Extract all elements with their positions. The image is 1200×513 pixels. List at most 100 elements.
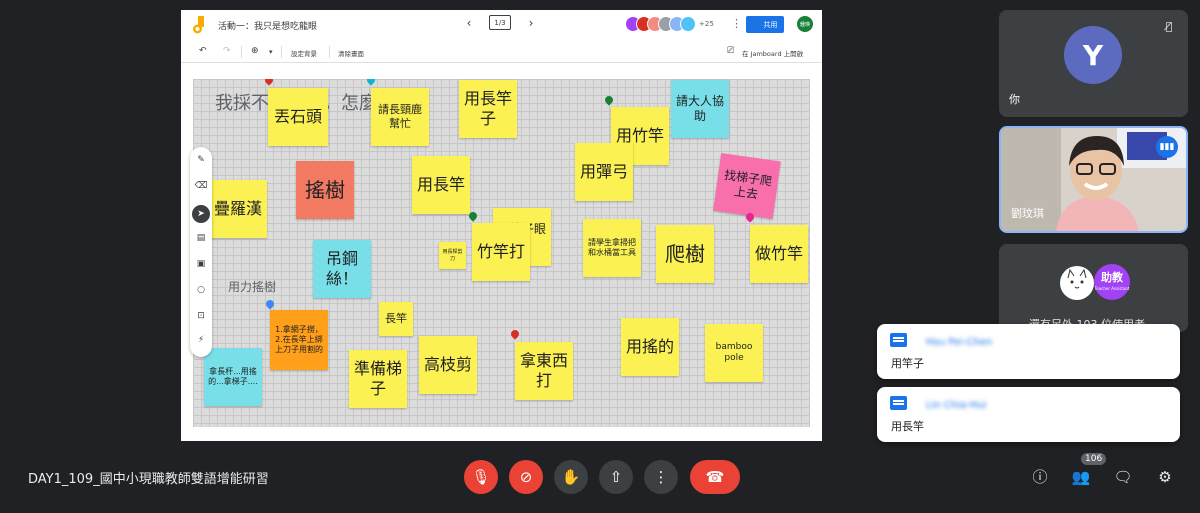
sticky-note[interactable]: 找梯子爬上去 <box>713 153 781 219</box>
sticky-note[interactable]: 用搖的 <box>621 318 679 376</box>
more-vert-icon: ⋮ <box>653 468 669 486</box>
chat-notification[interactable]: Hsu Pei-Chen 用竿子 <box>877 324 1180 379</box>
person-add-icon: 👤 <box>752 20 762 29</box>
activities-icon[interactable]: ⚙ <box>1154 466 1176 488</box>
share-button-label: 共用 <box>763 20 778 29</box>
chat-sender: Lin Chia-Hui <box>926 400 987 411</box>
sticky-note[interactable]: 請大人協助 <box>671 80 729 138</box>
clear-frame-button[interactable]: 清除畫面 <box>338 48 364 58</box>
sticky-note[interactable]: 吊鋼絲！ <box>313 240 371 298</box>
sticky-note[interactable]: 用長桿剪刀 <box>439 242 466 269</box>
eraser-icon[interactable]: ⌫ <box>190 181 212 191</box>
chat-message: 用竿子 <box>891 357 924 370</box>
zoom-icon[interactable]: ⊕ <box>251 46 259 56</box>
whiteboard-canvas[interactable]: 我採不到龍眼，怎麼辦？ 用力搖樹 丟石頭請長頸鹿幫忙用長竿子請大人協助用竹竿用彈… <box>193 79 810 427</box>
next-frame-chevron-icon[interactable]: › <box>525 16 537 30</box>
meeting-title: DAY1_109_國中小現職教師雙語增能研習 <box>28 472 269 487</box>
drawing-toolbar: ✎ ⌫ ➤ ▤ ▣ ○ ⊡ ⚡ <box>190 147 212 357</box>
sticky-note[interactable]: 疊羅漢 <box>209 180 267 238</box>
sticky-note[interactable]: 請學生拿掃把和水桶當工具 <box>583 219 641 277</box>
badge-title: 助教 <box>1101 271 1123 284</box>
sticky-note[interactable]: 竹竿打 <box>472 223 530 281</box>
chat-sender: Hsu Pei-Chen <box>926 337 993 348</box>
jamboard-title[interactable]: 活動一：我只是想吃龍眼 <box>218 19 317 32</box>
zoom-dropdown-icon[interactable]: ▾ <box>269 48 273 56</box>
set-background-button[interactable]: 設定背景 <box>291 48 317 58</box>
jamboard-header: 活動一：我只是想吃龍眼 ‹ 1/3 › +25 ⋮ 👤 共用 鍾瑛 <box>181 10 822 40</box>
sticky-note[interactable]: 拿長杆...用搖的...拿梯子.... <box>204 348 262 406</box>
present-to-all-icon: ⇧ <box>609 468 623 486</box>
chat-notification[interactable]: Lin Chia-Hui 用長竿 <box>877 387 1180 442</box>
more-vert-icon[interactable]: ⋮ <box>731 17 742 30</box>
leave-call-button[interactable]: ☎ <box>690 460 740 494</box>
collaborator-avatars[interactable]: +25 <box>625 16 714 32</box>
sticky-note-icon[interactable]: ▤ <box>190 233 212 243</box>
location-pin-icon <box>509 328 521 340</box>
chat-icon[interactable]: 🗨 <box>1112 466 1134 488</box>
previous-frame-chevron-icon[interactable]: ‹ <box>463 16 475 30</box>
location-pin-icon <box>264 298 276 310</box>
avatar: Y <box>1064 26 1122 84</box>
sticky-note[interactable]: 用彈弓 <box>575 143 633 201</box>
pen-icon[interactable]: ✎ <box>190 155 212 165</box>
sticky-note[interactable]: 用長竿 <box>412 156 470 214</box>
info-icon[interactable]: ⓘ <box>1029 466 1051 488</box>
jamboard-logo-icon <box>193 16 204 34</box>
participant-tile-you[interactable]: Y 你 🎙̸ <box>999 10 1188 117</box>
sticky-note[interactable]: 請長頸鹿幫忙 <box>371 88 429 146</box>
present-screen-button[interactable]: ⇧ <box>599 460 633 494</box>
avatar-overflow-count: +25 <box>699 20 714 28</box>
people-icon[interactable]: 👥 <box>1070 466 1092 488</box>
sticky-note[interactable]: 搖樹 <box>296 161 354 219</box>
select-cursor-icon[interactable]: ➤ <box>192 205 210 223</box>
raise-hand-button[interactable]: ✋ <box>554 460 588 494</box>
mic-off-button[interactable]: 🎙 <box>464 460 498 494</box>
frame-pager: ‹ 1/3 › <box>463 15 537 30</box>
badge-subtitle: Teacher Assistant <box>1094 286 1130 291</box>
redo-icon[interactable]: ↷ <box>223 46 231 56</box>
sticky-note[interactable]: 長竿 <box>379 302 413 336</box>
chat-message-icon <box>890 396 907 410</box>
teacher-assistant-badge: 助教 Teacher Assistant <box>1094 264 1130 300</box>
sticky-note[interactable]: 準備梯子 <box>349 350 407 408</box>
sticky-note[interactable]: 1.拿網子撈，2.在長竿上綁上刀子用割的 <box>270 310 328 370</box>
text-box-icon[interactable]: ⊡ <box>190 311 212 321</box>
sticky-note[interactable]: 爬樹 <box>656 225 714 283</box>
location-pin-icon <box>603 94 615 106</box>
circle-shape-icon[interactable]: ○ <box>190 285 212 295</box>
add-image-icon[interactable]: ▣ <box>190 259 212 269</box>
cat-avatar-icon <box>1060 266 1094 300</box>
account-avatar[interactable]: 鍾瑛 <box>797 16 813 32</box>
sticky-note[interactable]: 高枝剪 <box>419 336 477 394</box>
toolbar-divider <box>241 46 242 58</box>
laser-icon[interactable]: ⚡ <box>190 335 212 345</box>
chat-message-icon <box>890 333 907 347</box>
participant-tile-speaker[interactable]: 劉玟琪 ▮▮▮ <box>999 126 1188 233</box>
undo-icon[interactable]: ↶ <box>199 46 207 56</box>
camera-off-button[interactable]: ⊘ <box>509 460 543 494</box>
sticky-note[interactable]: 拿東西打 <box>515 342 573 400</box>
toolbar-divider <box>281 46 282 58</box>
open-in-new-icon: ⎚ <box>727 46 735 56</box>
more-options-button[interactable]: ⋮ <box>644 460 678 494</box>
people-count-badge: 106 <box>1081 453 1107 465</box>
videocam-off-icon: ⊘ <box>519 468 533 486</box>
sticky-note[interactable]: 用長竿子 <box>459 80 517 138</box>
jamboard-window: 活動一：我只是想吃龍眼 ‹ 1/3 › +25 ⋮ 👤 共用 鍾瑛 ↶ ↷ ⊕ … <box>181 10 822 441</box>
sticky-note[interactable]: bamboo pole <box>705 324 763 382</box>
open-in-jamboard-link[interactable]: 在 Jamboard 上開啟 <box>742 48 803 58</box>
location-pin-icon <box>263 79 275 86</box>
speaking-indicator-icon: ▮▮▮ <box>1156 136 1178 158</box>
sticky-note[interactable]: 做竹竿 <box>750 225 808 283</box>
canvas-text-note: 用力搖樹 <box>228 280 277 294</box>
participant-tile-others[interactable]: 助教 Teacher Assistant 還有另外 103 位使用者 <box>999 244 1188 332</box>
sticky-note[interactable]: 丟石頭 <box>268 88 328 146</box>
participant-name: 你 <box>1009 93 1020 106</box>
mic-off-icon: 🎙 <box>471 468 491 486</box>
call-end-icon: ☎ <box>705 468 725 486</box>
raise-hand-icon: ✋ <box>561 468 581 486</box>
frame-indicator[interactable]: 1/3 <box>489 15 511 30</box>
share-button[interactable]: 👤 共用 <box>746 16 784 33</box>
location-pin-icon <box>365 79 377 86</box>
participant-name: 劉玟琪 <box>1011 207 1044 220</box>
